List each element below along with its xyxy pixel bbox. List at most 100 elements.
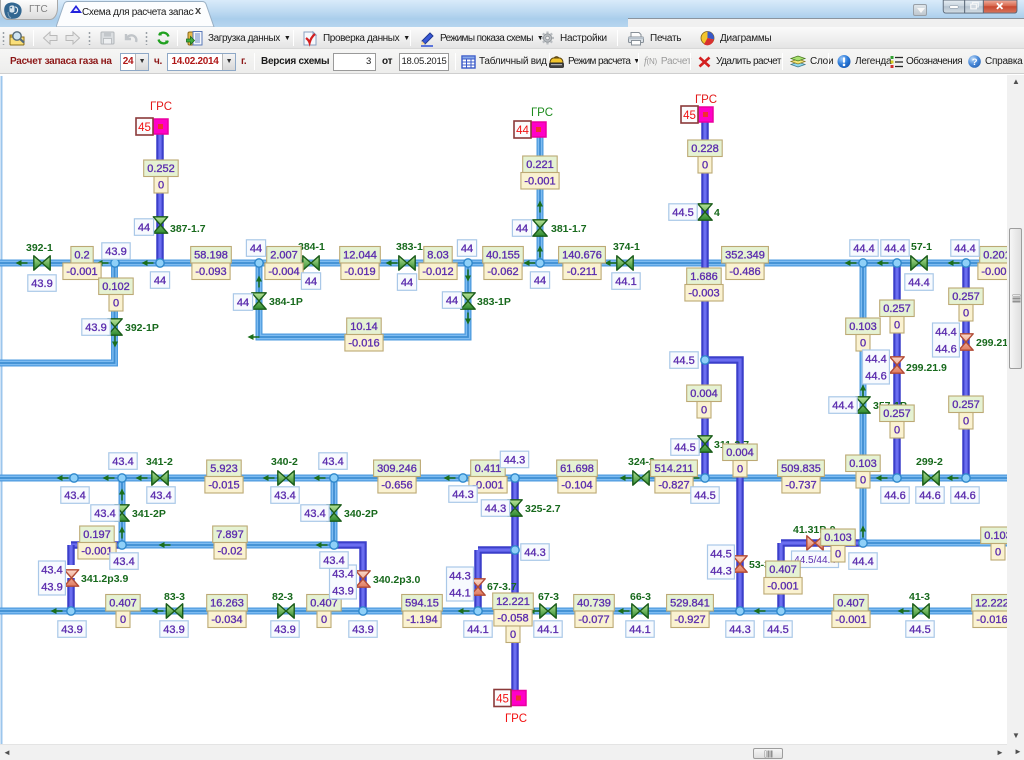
svg-text:44.3: 44.3 [452, 489, 473, 501]
svg-text:-0.737: -0.737 [785, 480, 816, 492]
svg-text:43.4: 43.4 [322, 456, 343, 468]
svg-text:299.21.9: 299.21.9 [976, 337, 1007, 349]
svg-text:-0.004: -0.004 [268, 266, 299, 278]
svg-text:1.686: 1.686 [690, 271, 718, 283]
svg-text:43.9: 43.9 [105, 246, 126, 258]
svg-text:-0.02: -0.02 [217, 546, 242, 558]
svg-text:0: 0 [894, 320, 900, 332]
svg-text:309.246: 309.246 [377, 463, 417, 475]
svg-text:44.5: 44.5 [672, 207, 693, 219]
svg-text:0.103: 0.103 [849, 321, 877, 333]
svg-text:0.257: 0.257 [952, 399, 980, 411]
svg-text:-0.003: -0.003 [688, 288, 719, 300]
svg-text:44: 44 [250, 243, 262, 255]
svg-text:0: 0 [701, 405, 707, 417]
svg-text:82-3: 82-3 [272, 591, 293, 603]
svg-text:5.923: 5.923 [210, 463, 238, 475]
svg-text:341-2: 341-2 [146, 456, 173, 468]
svg-text:44.4: 44.4 [908, 277, 929, 289]
svg-text:44: 44 [446, 295, 458, 307]
svg-text:0.257: 0.257 [952, 291, 980, 303]
svg-text:44.1: 44.1 [615, 276, 636, 288]
svg-text:-0.927: -0.927 [674, 614, 705, 626]
svg-text:-0.211: -0.211 [567, 266, 597, 278]
svg-text:44.4: 44.4 [865, 354, 886, 366]
svg-text:0.407: 0.407 [837, 598, 865, 610]
svg-text:0: 0 [737, 464, 743, 476]
svg-text:44.5: 44.5 [674, 442, 695, 454]
svg-text:ГРС: ГРС [505, 713, 527, 725]
svg-text:384-1: 384-1 [298, 241, 325, 253]
svg-text:43.9: 43.9 [163, 624, 184, 636]
svg-text:43.4: 43.4 [332, 569, 353, 581]
svg-text:0.103: 0.103 [824, 532, 852, 544]
svg-text:392-1: 392-1 [26, 242, 53, 254]
svg-text:0.221: 0.221 [526, 159, 554, 171]
svg-text:383-1: 383-1 [396, 241, 423, 253]
svg-text:44.6: 44.6 [935, 343, 956, 355]
svg-text:-0.001: -0.001 [981, 266, 1007, 278]
svg-text:44: 44 [138, 222, 150, 234]
svg-text:43.4: 43.4 [274, 490, 295, 502]
svg-text:0: 0 [702, 160, 708, 172]
svg-text:44.6: 44.6 [919, 490, 940, 502]
svg-text:0: 0 [995, 547, 1001, 559]
svg-text:0.102: 0.102 [102, 281, 130, 293]
svg-text:-0.016: -0.016 [976, 614, 1007, 626]
svg-text:0.103: 0.103 [849, 458, 877, 470]
svg-text:299-2: 299-2 [916, 456, 943, 468]
svg-text:40.155: 40.155 [486, 250, 520, 262]
svg-text:43.4: 43.4 [41, 565, 62, 577]
svg-text:43.9: 43.9 [274, 624, 295, 636]
svg-text:-0.093: -0.093 [195, 266, 226, 278]
svg-text:44: 44 [401, 277, 413, 289]
svg-text:43.9: 43.9 [31, 278, 52, 290]
svg-text:57-1: 57-1 [911, 241, 932, 253]
svg-text:45: 45 [496, 694, 509, 706]
svg-text:61.698: 61.698 [560, 463, 594, 475]
svg-text:44.6: 44.6 [954, 490, 975, 502]
svg-text:44.5: 44.5 [673, 355, 694, 367]
svg-text:-0.656: -0.656 [381, 480, 412, 492]
svg-text:43.9: 43.9 [61, 624, 82, 636]
svg-text:43.9: 43.9 [85, 322, 106, 334]
svg-text:44.4: 44.4 [853, 243, 874, 255]
svg-text:341-2P: 341-2P [132, 508, 166, 520]
svg-text:341.2p3.9: 341.2p3.9 [81, 573, 128, 585]
svg-text:594.15: 594.15 [405, 598, 439, 610]
svg-text:392-1P: 392-1P [125, 322, 159, 334]
svg-text:0: 0 [963, 416, 969, 428]
svg-text:44: 44 [516, 125, 529, 137]
svg-text:67-3: 67-3 [538, 591, 559, 603]
svg-text:4: 4 [714, 207, 720, 219]
svg-text:374-1: 374-1 [613, 241, 640, 253]
svg-text:43.4: 43.4 [304, 508, 325, 520]
svg-text:43.4: 43.4 [64, 490, 85, 502]
svg-text:44: 44 [154, 275, 166, 287]
svg-text:352.349: 352.349 [725, 250, 765, 262]
svg-text:387-1.7: 387-1.7 [170, 223, 206, 235]
svg-text:44.4: 44.4 [884, 243, 905, 255]
svg-text:-0.104: -0.104 [561, 480, 592, 492]
svg-text:43.4: 43.4 [112, 456, 133, 468]
svg-text:340-2: 340-2 [271, 456, 298, 468]
svg-text:ГРС: ГРС [695, 94, 717, 106]
svg-text:-0.486: -0.486 [729, 266, 760, 278]
svg-text:41-3: 41-3 [909, 591, 930, 603]
svg-text:44: 44 [305, 276, 317, 288]
svg-text:0: 0 [963, 308, 969, 320]
svg-text:-0.077: -0.077 [578, 614, 609, 626]
svg-text:44.3: 44.3 [504, 455, 525, 467]
svg-text:?: ? [972, 57, 978, 68]
svg-text:0.004: 0.004 [690, 388, 718, 400]
svg-text:514.211: 514.211 [655, 463, 694, 475]
svg-text:44.6: 44.6 [865, 370, 886, 382]
svg-text:0.103: 0.103 [984, 530, 1007, 542]
svg-text:40.739: 40.739 [577, 598, 611, 610]
svg-text:45: 45 [683, 110, 696, 122]
svg-text:44.6: 44.6 [884, 490, 905, 502]
svg-text:325-2.7: 325-2.7 [525, 503, 561, 515]
svg-text:44: 44 [516, 223, 528, 235]
svg-text:43.9: 43.9 [352, 624, 373, 636]
svg-text:0: 0 [894, 425, 900, 437]
